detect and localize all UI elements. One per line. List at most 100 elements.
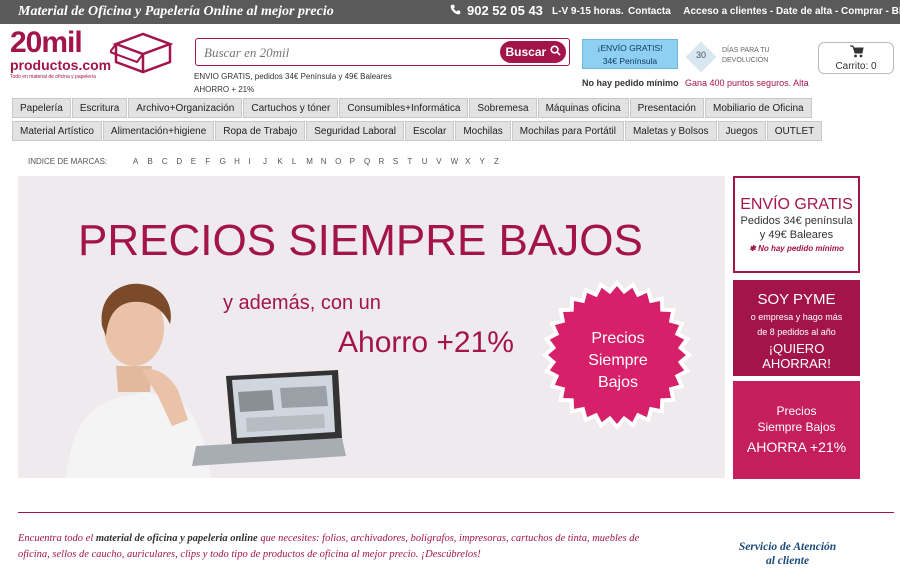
- sme-promo-line2: de 8 pedidos al año: [757, 327, 836, 337]
- nav-row2-item[interactable]: Juegos: [717, 121, 766, 141]
- section-divider: [18, 512, 894, 513]
- brand-letter-link[interactable]: U: [422, 157, 436, 166]
- brand-letter-link[interactable]: K: [277, 157, 291, 166]
- nav-row1-item[interactable]: Presentación: [629, 98, 704, 118]
- nav-row2-item[interactable]: Ropa de Trabajo: [215, 121, 306, 141]
- brand-letter-link[interactable]: X: [465, 157, 479, 166]
- account-links[interactable]: Acceso a clientes - Date de alta - Compr…: [683, 6, 900, 17]
- brand-letter-link[interactable]: I: [249, 157, 263, 166]
- nav-row2-item[interactable]: Mochilas: [455, 121, 511, 141]
- customer-service-line1: Servicio de Atención: [738, 541, 837, 553]
- intro-text-start: Encuentra todo el: [18, 533, 96, 544]
- brand-letter-link[interactable]: A: [133, 157, 147, 166]
- woman-with-laptop-image: [66, 283, 346, 478]
- box-logo-icon: [110, 32, 174, 74]
- brand-letter-link[interactable]: F: [205, 157, 219, 166]
- cart-label: Carrito: 0: [835, 61, 877, 72]
- brand-letter-link[interactable]: Q: [364, 157, 378, 166]
- free-shipping-title: ¡ENVÍO GRATIS!: [597, 43, 663, 53]
- nav-row2-item[interactable]: Escolar: [404, 121, 455, 141]
- sme-promo[interactable]: SOY PYME o empresa y hago más de 8 pedid…: [733, 280, 860, 376]
- brand-letter-link[interactable]: W: [451, 157, 465, 166]
- search-button-label: Buscar: [505, 45, 547, 59]
- category-nav-row-2: Material Artístico Alimentación+higiene Ro…: [12, 121, 823, 141]
- phone-icon: [450, 3, 461, 18]
- brand-letter-link[interactable]: N: [321, 157, 335, 166]
- brand-letter-link[interactable]: D: [176, 157, 190, 166]
- nav-row2-item[interactable]: Seguridad Laboral: [306, 121, 404, 141]
- brand-letter-link[interactable]: R: [378, 157, 392, 166]
- site-logo[interactable]: 20mil productos.com Todo en material de …: [10, 26, 180, 82]
- savings-line: AHORRO + 21%: [194, 85, 255, 94]
- brand-letter-link[interactable]: G: [220, 157, 234, 166]
- cart-button[interactable]: Carrito: 0: [818, 42, 894, 74]
- top-bar: Material de Oficina y Papelería Online a…: [0, 0, 900, 24]
- nav-row1-item[interactable]: Máquinas oficina: [537, 98, 629, 118]
- logo-name: 20mil: [10, 26, 83, 59]
- brand-letter-link[interactable]: M: [306, 157, 320, 166]
- shipping-info: ENVIO GRATIS, pedidos 34€ Península y 49…: [194, 70, 392, 96]
- nav-row2-item[interactable]: Material Artístico: [12, 121, 102, 141]
- search-button[interactable]: Buscar: [500, 41, 566, 63]
- brand-letter-link[interactable]: O: [335, 157, 349, 166]
- phone-number-text: 902 52 05 43: [467, 3, 543, 18]
- brand-letter-link[interactable]: C: [162, 157, 176, 166]
- nav-row2-item[interactable]: Alimentación+higiene: [102, 121, 215, 141]
- free-shipping-promo-line1: Pedidos 34€ península: [740, 215, 853, 227]
- opening-hours: L-V 9-15 horas.: [552, 6, 624, 17]
- logo-slogan: Todo en material de oficina y papelería: [10, 74, 96, 80]
- top-links: Contacta Acceso a clientes - Date de alt…: [628, 6, 900, 17]
- sme-promo-title: SOY PYME: [757, 291, 836, 308]
- nav-row1-item[interactable]: Sobremesa: [469, 98, 537, 118]
- free-shipping-box[interactable]: ¡ENVÍO GRATIS! 34€ Península: [582, 39, 678, 69]
- low-prices-line1: Precios: [776, 404, 817, 418]
- free-shipping-promo[interactable]: ENVÍO GRATIS Pedidos 34€ península y 49€…: [733, 176, 860, 273]
- nav-row1-item[interactable]: Papelería: [12, 98, 71, 118]
- search-icon: [549, 45, 561, 56]
- hero-headline: PRECIOS SIEMPRE BAJOS: [78, 216, 643, 265]
- brand-letter-link[interactable]: H: [234, 157, 248, 166]
- low-prices-cta: AHORRA +21%: [746, 439, 847, 455]
- sme-promo-cta: ¡QUIERO AHORRAR!: [762, 341, 831, 371]
- free-shipping-promo-note: ✱ No hay pedido mínimo: [749, 244, 844, 253]
- nav-row2-item[interactable]: Maletas y Bolsos: [624, 121, 717, 141]
- brand-letter-link[interactable]: L: [292, 157, 306, 166]
- nav-row2-item[interactable]: OUTLET: [766, 121, 823, 141]
- nav-row1-item[interactable]: Mobiliario de Oficina: [704, 98, 812, 118]
- returns-days: 30: [695, 50, 706, 60]
- low-prices-promo[interactable]: Precios Siempre Bajos AHORRA +21%: [733, 381, 860, 479]
- promo-seal-text: Precios Siempre Bajos: [578, 328, 658, 394]
- hero-savings: Ahorro +21%: [338, 326, 514, 359]
- brand-letter-link[interactable]: Z: [494, 157, 508, 166]
- low-prices-line2: Siempre Bajos: [757, 420, 836, 434]
- contact-link[interactable]: Contacta: [628, 6, 671, 17]
- returns-label-line2: DEVOLUCIÓN: [722, 57, 769, 64]
- brand-letter-link[interactable]: T: [407, 157, 421, 166]
- brand-letter-link[interactable]: J: [263, 157, 277, 166]
- brand-letter-link[interactable]: E: [191, 157, 205, 166]
- brand-letter-link[interactable]: Y: [480, 157, 494, 166]
- intro-text: Encuentra todo el material de oficina y …: [18, 531, 658, 563]
- category-nav-row-1: Papelería Escritura Archivo+Organización Ca…: [12, 98, 813, 118]
- nav-row1-item[interactable]: Escritura: [71, 98, 128, 118]
- brand-letter-link[interactable]: S: [393, 157, 407, 166]
- sme-promo-line1: o empresa y hago más: [750, 312, 843, 322]
- seal-line3: Bajos: [597, 374, 639, 391]
- brand-letter-link[interactable]: P: [350, 157, 364, 166]
- logo-domain: productos.com: [10, 57, 112, 73]
- free-shipping-promo-line2: y 49€ Baleares: [759, 229, 834, 241]
- brand-letter-link[interactable]: B: [147, 157, 161, 166]
- nav-row1-item[interactable]: Cartuchos y tóner: [243, 98, 339, 118]
- brand-letter-link[interactable]: V: [436, 157, 450, 166]
- hero-banner[interactable]: PRECIOS SIEMPRE BAJOS y además, con un A…: [18, 176, 725, 478]
- seal-line2: Siempre: [588, 352, 648, 369]
- no-minimum-order: No hay pedido mínimo: [582, 78, 679, 88]
- nav-row1-item[interactable]: Archivo+Organización: [128, 98, 243, 118]
- nav-row1-item[interactable]: Consumibles+Informática: [339, 98, 469, 118]
- points-link[interactable]: Gana 400 puntos seguros. Alta: [685, 78, 809, 88]
- brand-index-label: INDICE DE MARCAS:: [28, 157, 108, 166]
- nav-row2-item[interactable]: Mochilas para Portátil: [511, 121, 624, 141]
- phone-number[interactable]: 902 52 05 43: [450, 3, 543, 18]
- search-input[interactable]: [202, 42, 496, 64]
- customer-service-link[interactable]: Servicio de Atención al cliente: [720, 540, 855, 568]
